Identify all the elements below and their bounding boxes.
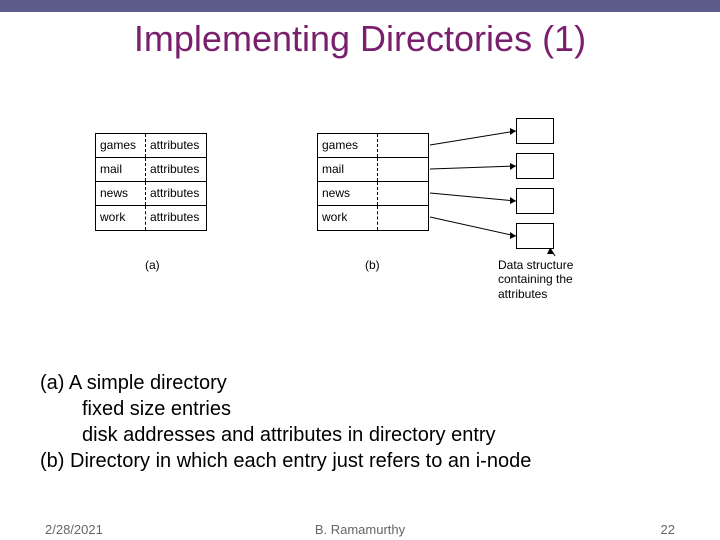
table-row: mail attributes bbox=[96, 158, 206, 182]
slide-title: Implementing Directories (1) bbox=[0, 18, 720, 60]
data-structure-caption: Data structure containing the attributes bbox=[498, 258, 618, 301]
footer-author: B. Ramamurthy bbox=[0, 522, 720, 537]
table-b-label: (b) bbox=[365, 258, 380, 272]
directory-table-a: games attributes mail attributes news at… bbox=[95, 133, 207, 231]
body-line: disk addresses and attributes in directo… bbox=[40, 422, 680, 448]
table-a-label: (a) bbox=[145, 258, 160, 272]
diagram-area: games attributes mail attributes news at… bbox=[60, 128, 670, 328]
row-name: work bbox=[318, 206, 378, 230]
table-row: news bbox=[318, 182, 428, 206]
table-row: work attributes bbox=[96, 206, 206, 230]
row-pointer bbox=[378, 158, 428, 181]
row-name: work bbox=[96, 206, 146, 230]
directory-table-b: games mail news work bbox=[317, 133, 429, 231]
row-name: mail bbox=[318, 158, 378, 181]
table-row: mail bbox=[318, 158, 428, 182]
row-attr: attributes bbox=[146, 134, 206, 157]
row-attr: attributes bbox=[146, 206, 206, 230]
table-row: games attributes bbox=[96, 134, 206, 158]
row-name: games bbox=[96, 134, 146, 157]
body-line: (a) A simple directory bbox=[40, 370, 680, 396]
row-name: games bbox=[318, 134, 378, 157]
attribute-box bbox=[516, 188, 554, 214]
slide-body-text: (a) A simple directory fixed size entrie… bbox=[40, 370, 680, 474]
table-row: work bbox=[318, 206, 428, 230]
body-line: (b) Directory in which each entry just r… bbox=[40, 448, 680, 474]
row-pointer bbox=[378, 206, 428, 230]
row-name: news bbox=[318, 182, 378, 205]
body-line: fixed size entries bbox=[40, 396, 680, 422]
table-row: games bbox=[318, 134, 428, 158]
row-attr: attributes bbox=[146, 158, 206, 181]
row-pointer bbox=[378, 182, 428, 205]
attribute-box bbox=[516, 118, 554, 144]
row-attr: attributes bbox=[146, 182, 206, 205]
table-row: news attributes bbox=[96, 182, 206, 206]
decorative-topbar bbox=[0, 0, 720, 12]
footer-page-number: 22 bbox=[661, 522, 675, 537]
attribute-box bbox=[516, 153, 554, 179]
row-name: mail bbox=[96, 158, 146, 181]
row-pointer bbox=[378, 134, 428, 157]
row-name: news bbox=[96, 182, 146, 205]
attribute-box bbox=[516, 223, 554, 249]
